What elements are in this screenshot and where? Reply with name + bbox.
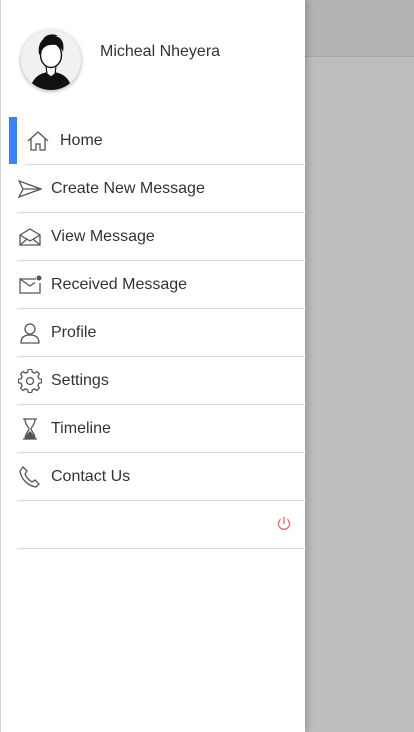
menu-item-label: Received Message	[51, 275, 188, 293]
menu-item-received-message[interactable]: Received Message	[17, 261, 306, 309]
hourglass-icon	[18, 417, 42, 441]
menu-item-settings[interactable]: Settings	[17, 357, 306, 405]
menu-item-label: Create New Message	[51, 179, 205, 197]
menu-item-label: Settings	[51, 371, 109, 389]
menu-item-label: Home	[60, 131, 103, 149]
open-envelope-icon	[18, 225, 42, 249]
mail-notification-icon	[18, 273, 42, 297]
active-indicator	[9, 117, 17, 164]
user-profile[interactable]: Micheal Nheyera	[21, 30, 301, 92]
navigation-drawer: Micheal Nheyera Home Create New Message	[0, 0, 306, 732]
home-icon	[26, 129, 50, 153]
menu-item-label: Contact Us	[51, 467, 131, 485]
user-avatar-icon[interactable]	[21, 30, 81, 90]
power-icon[interactable]	[276, 516, 292, 532]
menu-item-label: Timeline	[51, 419, 111, 437]
menu-item-label: Profile	[51, 323, 97, 341]
menu-item-create-new-message[interactable]: Create New Message	[17, 165, 306, 213]
phone-icon	[18, 465, 42, 489]
menu-item-label: View Message	[51, 227, 155, 245]
gear-icon	[18, 368, 42, 393]
logout-row	[17, 501, 306, 549]
user-name: Micheal Nheyera	[100, 43, 221, 60]
drawer-menu: Home Create New Message View Message Rec…	[9, 117, 306, 549]
menu-item-contact-us[interactable]: Contact Us	[17, 453, 306, 501]
menu-item-profile[interactable]: Profile	[17, 309, 306, 357]
send-icon	[18, 177, 42, 201]
menu-item-timeline[interactable]: Timeline	[17, 405, 306, 453]
user-icon	[18, 321, 42, 345]
menu-item-home[interactable]: Home	[9, 117, 306, 165]
app-header	[305, 0, 414, 57]
menu-item-view-message[interactable]: View Message	[17, 213, 306, 261]
